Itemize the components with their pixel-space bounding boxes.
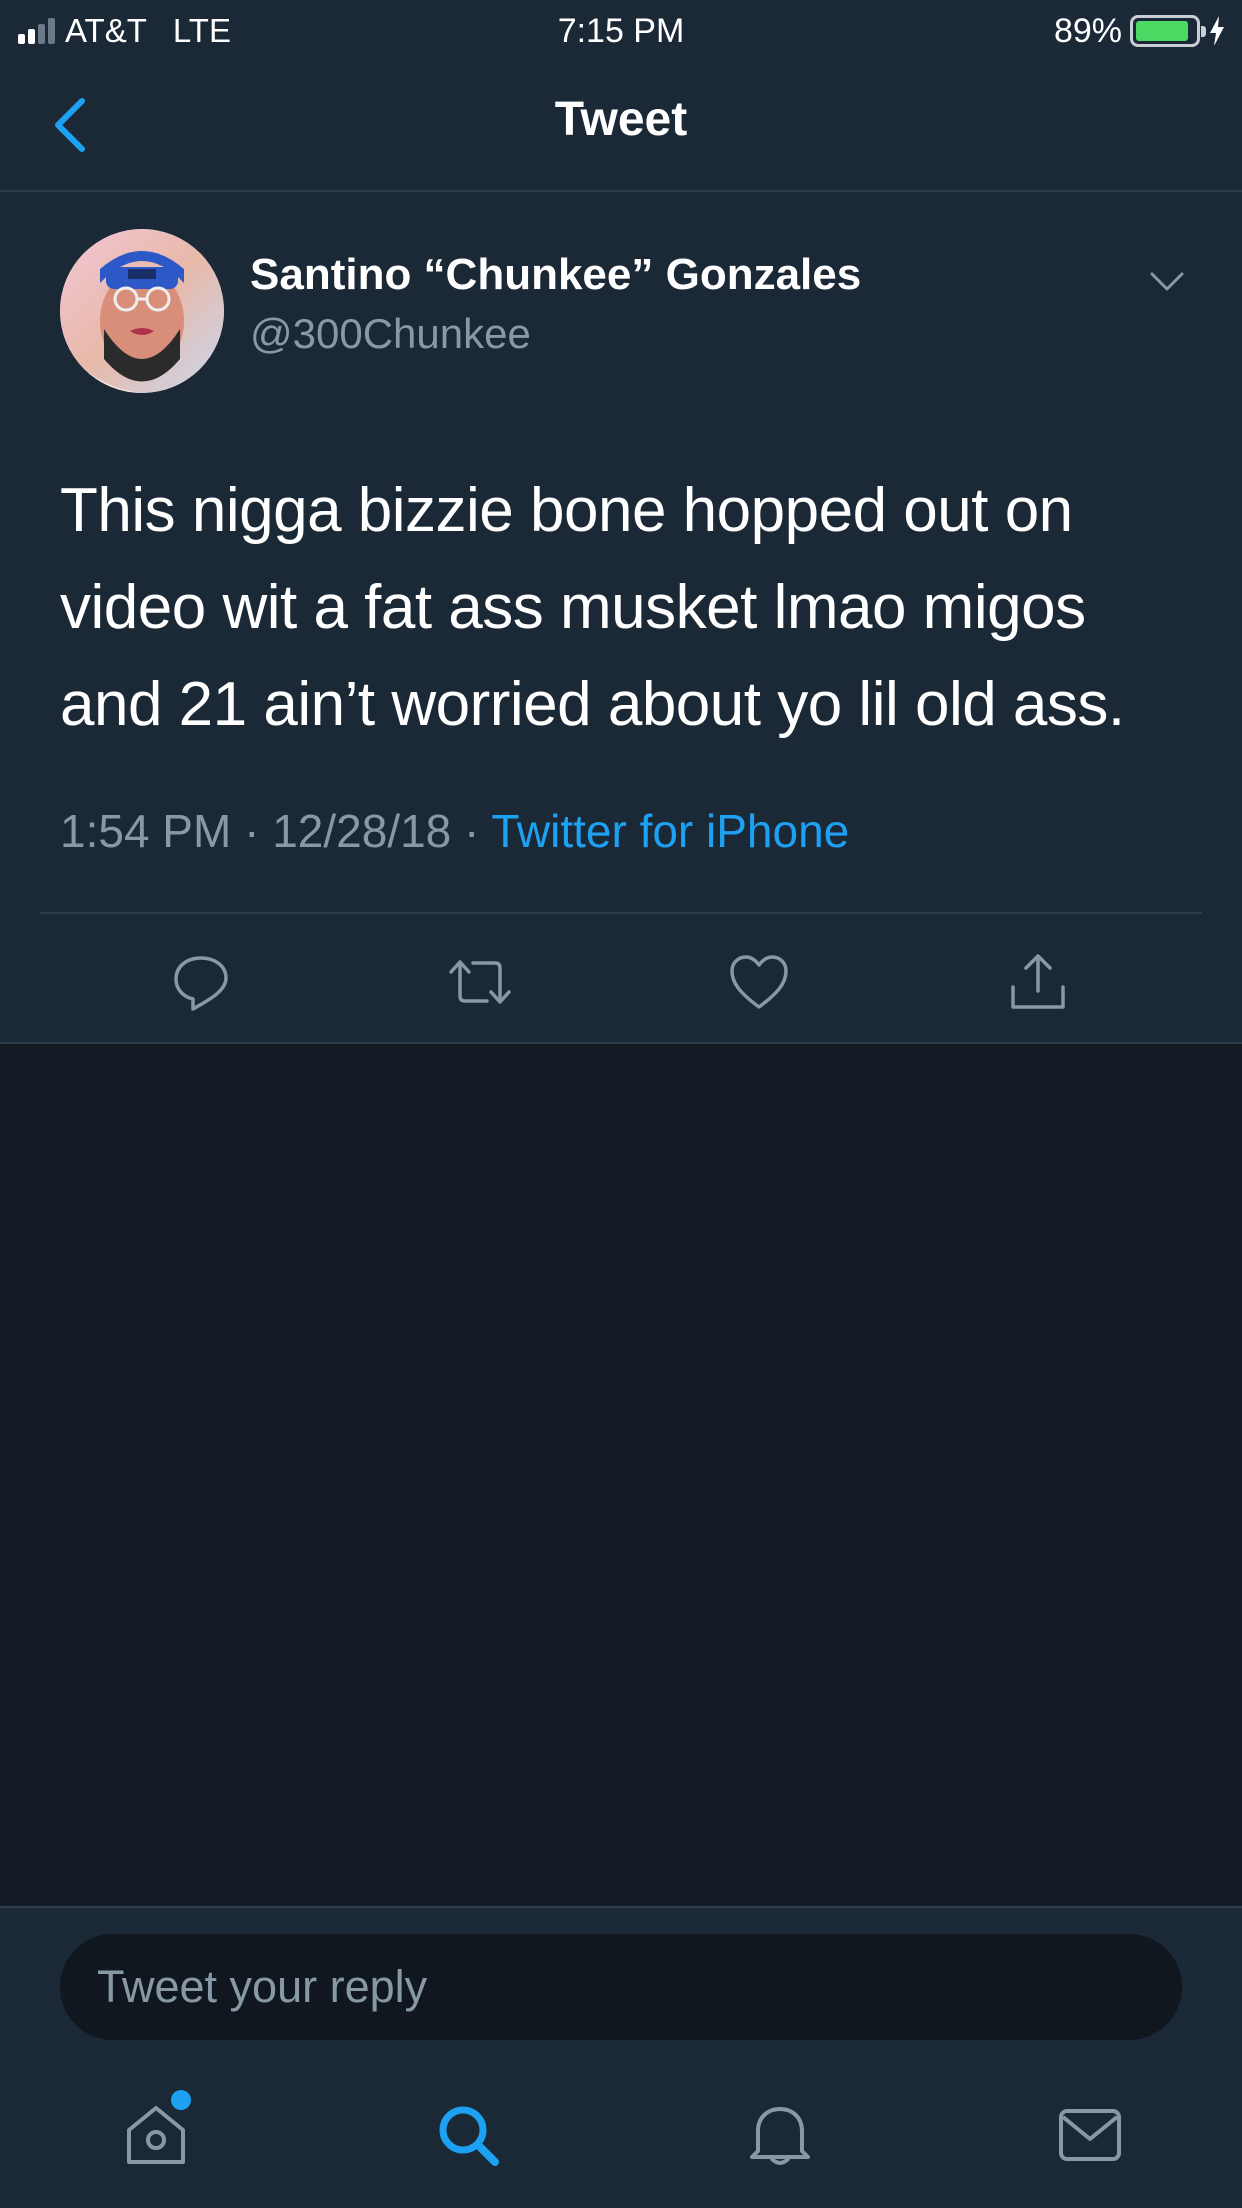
tab-search[interactable] — [423, 2090, 513, 2180]
tab-notifications[interactable] — [735, 2090, 825, 2180]
retweet-icon — [449, 960, 511, 1004]
replies-area — [0, 1044, 1242, 1906]
status-right: 89% — [1054, 8, 1226, 54]
avatar-image — [60, 229, 224, 393]
tab-home[interactable] — [111, 2090, 201, 2180]
notifications-icon — [750, 2107, 810, 2165]
share-button[interactable] — [998, 942, 1078, 1022]
tweet-detail: Santino “Chunkee” Gonzales @300Chunkee T… — [0, 192, 1242, 1044]
reply-input[interactable] — [60, 1934, 1182, 2040]
tweet-source-link[interactable]: Twitter for iPhone — [491, 805, 849, 857]
tweet-date: 12/28/18 — [272, 805, 452, 857]
tweet-time: 1:54 PM — [60, 805, 232, 857]
battery-icon — [1130, 15, 1206, 47]
author-handle[interactable]: @300Chunkee — [250, 310, 531, 358]
tweet-actions — [0, 914, 1242, 1044]
avatar[interactable] — [60, 229, 224, 393]
home-icon — [127, 2106, 185, 2164]
meta-separator: · — [244, 805, 260, 857]
tab-bar — [0, 2046, 1242, 2208]
search-icon — [439, 2106, 499, 2166]
tweet-text: This nigga bizzie bone hopped out on vid… — [60, 476, 1125, 739]
author-name[interactable]: Santino “Chunkee” Gonzales — [250, 250, 861, 300]
share-icon — [1011, 954, 1065, 1009]
meta-separator: · — [464, 805, 480, 857]
status-bar: AT&T LTE 7:15 PM 89% — [0, 0, 1242, 62]
nav-bar: Tweet — [0, 62, 1242, 192]
battery-fill — [1136, 21, 1188, 41]
like-button[interactable] — [719, 942, 799, 1022]
charging-icon — [1210, 16, 1224, 46]
tweet-meta: 1:54 PM · 12/28/18 · Twitter for iPhone — [60, 804, 849, 858]
battery-percent: 89% — [1053, 11, 1122, 50]
tab-messages[interactable] — [1045, 2090, 1135, 2180]
more-options-button[interactable] — [1142, 262, 1192, 302]
notification-dot — [171, 2090, 191, 2110]
reply-button[interactable] — [161, 942, 241, 1022]
page-title: Tweet — [554, 93, 688, 146]
retweet-button[interactable] — [440, 942, 520, 1022]
reply-bar — [0, 1906, 1242, 2046]
reply-icon — [174, 956, 228, 1011]
messages-icon — [1059, 2109, 1121, 2161]
like-icon — [730, 955, 788, 1009]
chevron-down-icon — [1150, 272, 1184, 291]
